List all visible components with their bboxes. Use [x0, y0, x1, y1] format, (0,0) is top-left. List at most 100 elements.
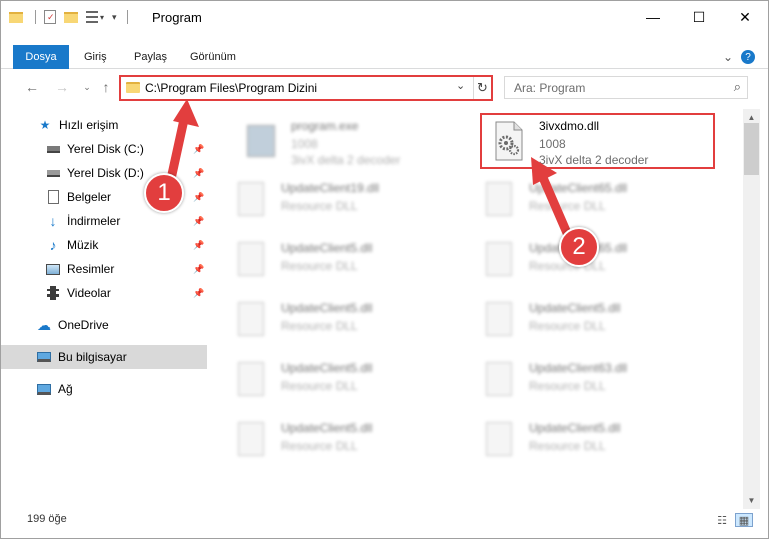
chevron-down-icon: ⌄: [83, 81, 91, 92]
nav-item-pictures[interactable]: Resimler 📌: [1, 257, 207, 281]
nav-label: Yerel Disk (D:): [67, 166, 144, 180]
help-icon: ?: [741, 50, 755, 64]
scroll-down-icon[interactable]: ▼: [743, 492, 760, 509]
ribbon-expand-icon[interactable]: ⌄: [723, 45, 733, 69]
separator: [35, 10, 36, 24]
file-item[interactable]: UpdateClient5.dll Resource DLL: [221, 351, 459, 407]
close-button[interactable]: ✕: [722, 1, 768, 33]
maximize-button[interactable]: ☐: [676, 1, 722, 33]
nav-item-music[interactable]: ♪ Müzik 📌: [1, 233, 207, 257]
search-input[interactable]: Ara: Program: [514, 81, 585, 95]
file-name: program.exe: [291, 119, 359, 133]
file-item[interactable]: UpdateClient5.dll Resource DLL: [469, 411, 707, 467]
pin-icon[interactable]: 📌: [193, 168, 204, 179]
file-item[interactable]: UpdateClient19.dll Resource DLL: [221, 171, 459, 227]
exe-file-icon: [245, 121, 277, 161]
file-description: Resource DLL: [529, 319, 606, 333]
file-name: UpdateClient5.dll: [281, 301, 373, 315]
title-bar: ✓ ▾ ▾ Program — ☐ ✕: [1, 1, 768, 33]
forward-button[interactable]: →: [53, 78, 71, 96]
help-button[interactable]: ?: [741, 45, 755, 69]
file-description: Resource DLL: [281, 379, 358, 393]
file-name: UpdateClient65.dll: [529, 181, 628, 195]
back-button[interactable]: ←: [23, 78, 41, 96]
file-description: 3ivX delta 2 decoder: [291, 153, 401, 167]
vertical-scrollbar[interactable]: ▲ ▼: [743, 109, 760, 509]
nav-label: Belgeler: [67, 190, 112, 204]
nav-this-pc[interactable]: Bu bilgisayar: [1, 345, 207, 369]
network-icon: [36, 381, 52, 397]
large-icons-view-icon[interactable]: ▦: [735, 513, 753, 527]
file-name: UpdateClient5.dll: [281, 241, 373, 255]
nav-label: Ağ: [58, 382, 73, 396]
navigation-pane: ★ Hızlı erişim Yerel Disk (C:) 📌 Yerel D…: [1, 109, 207, 509]
search-icon: ⌕: [733, 79, 741, 94]
dll-file-icon: [483, 239, 515, 279]
up-button[interactable]: ↑: [97, 78, 115, 96]
chevron-down-icon[interactable]: ⌄: [456, 79, 465, 92]
refresh-button[interactable]: ↻: [473, 77, 491, 99]
highlight-box: [480, 113, 715, 169]
pin-icon[interactable]: 📌: [193, 192, 204, 203]
tab-file[interactable]: Dosya: [13, 45, 69, 69]
details-view-icon[interactable]: ☷: [713, 513, 731, 527]
new-folder-icon[interactable]: [64, 11, 78, 23]
dll-file-icon: [235, 419, 267, 459]
file-version: 1008: [291, 137, 318, 151]
file-item[interactable]: UpdateClient63.dll Resource DLL: [469, 351, 707, 407]
folder-icon[interactable]: [9, 11, 23, 23]
file-item[interactable]: UpdateClient5.dll Resource DLL: [469, 291, 707, 347]
file-name: UpdateClient5.dll: [281, 421, 373, 435]
file-name: UpdateClient63.dll: [529, 361, 628, 375]
videos-icon: [45, 285, 61, 301]
address-bar[interactable]: C:\Program Files\Program Dizini ⌄ ↻: [119, 75, 493, 101]
music-icon: ♪: [49, 237, 57, 253]
tab-view[interactable]: Görünüm: [190, 45, 236, 69]
file-item[interactable]: UpdateClient5.dll Resource DLL: [221, 411, 459, 467]
pin-icon[interactable]: 📌: [193, 240, 204, 251]
star-icon: ★: [39, 118, 51, 132]
file-item[interactable]: UpdateClient5.dll Resource DLL: [221, 231, 459, 287]
file-item[interactable]: UpdateClient5.dll Resource DLL: [221, 291, 459, 347]
download-icon: ↓: [49, 213, 57, 229]
customize-icon[interactable]: [86, 11, 98, 23]
pictures-icon: [45, 261, 61, 277]
chevron-down-icon[interactable]: ▾: [100, 13, 104, 22]
file-item[interactable]: UpdateClient65.dll Resource DLL: [469, 171, 707, 227]
pin-icon[interactable]: 📌: [193, 144, 204, 155]
pin-icon[interactable]: 📌: [193, 264, 204, 275]
status-bar: 199 öğe ☷ ▦: [1, 509, 768, 531]
nav-label: İndirmeler: [67, 214, 121, 228]
nav-item-local-disk-c[interactable]: Yerel Disk (C:) 📌: [1, 137, 207, 161]
tab-share[interactable]: Paylaş: [134, 45, 167, 69]
documents-icon: [45, 189, 61, 205]
pin-icon[interactable]: 📌: [193, 288, 204, 299]
recent-locations-button[interactable]: ⌄: [78, 78, 96, 96]
file-item[interactable]: program.exe 1008 3ivX delta 2 decoder: [231, 113, 469, 169]
file-list: program.exe 1008 3ivX delta 2 decoder 3i…: [221, 109, 741, 509]
nav-quick-access[interactable]: ★ Hızlı erişim: [1, 113, 207, 137]
nav-label: Hızlı erişim: [59, 118, 119, 132]
nav-network[interactable]: Ağ: [1, 377, 207, 401]
dll-file-icon: [235, 239, 267, 279]
minimize-button[interactable]: —: [630, 1, 676, 33]
dll-file-icon: [483, 419, 515, 459]
file-description: Resource DLL: [529, 379, 606, 393]
callout-2: 2: [559, 227, 599, 267]
pin-icon[interactable]: 📌: [193, 216, 204, 227]
nav-onedrive[interactable]: ☁ OneDrive: [1, 313, 207, 337]
arrow-left-icon: ←: [25, 79, 39, 95]
file-description: Resource DLL: [281, 259, 358, 273]
nav-item-videos[interactable]: Videolar 📌: [1, 281, 207, 305]
nav-label: Videolar: [67, 286, 111, 300]
callout-1: 1: [144, 173, 184, 213]
properties-icon[interactable]: ✓: [44, 10, 56, 24]
nav-item-downloads[interactable]: ↓ İndirmeler 📌: [1, 209, 207, 233]
drive-icon: [45, 141, 61, 157]
scrollbar-thumb[interactable]: [744, 123, 759, 175]
quick-access-dropdown-icon[interactable]: ▾: [112, 12, 117, 23]
tab-home[interactable]: Giriş: [84, 45, 107, 69]
arrow-up-icon: ↑: [102, 79, 110, 95]
search-box[interactable]: Ara: Program ⌕: [504, 76, 748, 99]
address-path[interactable]: C:\Program Files\Program Dizini: [145, 81, 317, 95]
